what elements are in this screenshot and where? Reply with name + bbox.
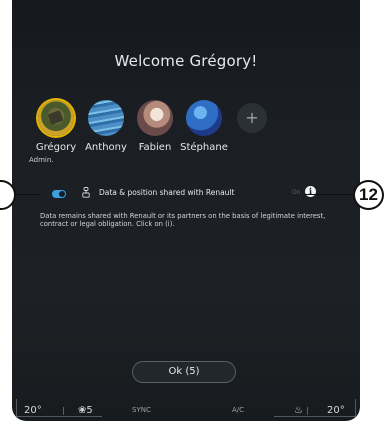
avatar-gregory[interactable]	[38, 100, 74, 136]
profile-name: Stéphane	[180, 142, 228, 153]
add-profile[interactable]: +	[222, 100, 282, 133]
multimedia-screen: Welcome Grégory! Grégory Admin. Anthony …	[12, 0, 360, 421]
left-seat-divider: |	[62, 406, 65, 415]
seat-heat-icon[interactable]: ♨ |	[294, 405, 309, 416]
profile-role: Admin.	[29, 156, 54, 164]
data-sharing-description: Data remains shared with Renault or its …	[40, 212, 326, 229]
avatar-stephane[interactable]	[186, 100, 222, 136]
left-temperature-value: 20	[24, 405, 37, 416]
right-temperature[interactable]: 20°	[327, 405, 345, 416]
data-sharing-state: On	[292, 189, 301, 196]
callout-line-right	[304, 194, 358, 195]
avatar-fabien[interactable]	[137, 100, 173, 136]
position-icon	[82, 187, 90, 198]
fan-level: 5	[86, 405, 93, 416]
ok-button[interactable]: Ok (5)	[132, 361, 236, 383]
data-sharing-label: Data & position shared with Renault	[99, 188, 235, 197]
sync-button[interactable]: SYNC	[132, 406, 151, 414]
stage: Welcome Grégory! Grégory Admin. Anthony …	[0, 0, 385, 421]
ac-button[interactable]: A/C	[232, 406, 244, 414]
plus-icon[interactable]: +	[237, 103, 267, 133]
right-temperature-value: 20	[327, 405, 340, 416]
climate-bar: 20° | ❀5 SYNC A/C ♨ | 20°	[12, 397, 360, 421]
info-icon[interactable]: i	[305, 186, 316, 197]
fan-speed[interactable]: ❀5	[78, 405, 93, 416]
welcome-title: Welcome Grégory!	[114, 52, 258, 70]
avatar-anthony[interactable]	[88, 100, 124, 136]
callout-right: 12	[353, 180, 384, 210]
data-sharing-toggle[interactable]	[52, 190, 66, 198]
left-temperature[interactable]: 20°	[24, 405, 42, 416]
